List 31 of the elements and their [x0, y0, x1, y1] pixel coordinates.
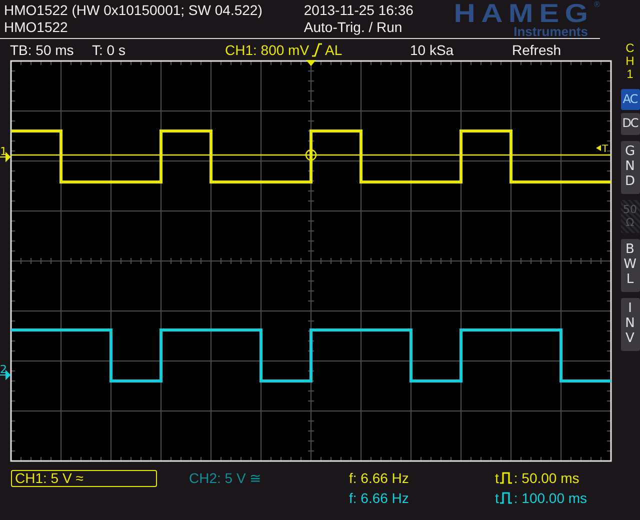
pulse-icon [500, 472, 513, 484]
pulse-label: t [495, 490, 499, 506]
coupling-button[interactable]: GND [620, 141, 640, 194]
frequency-reading: f: 6.66 Hz [349, 470, 410, 486]
trigger-mode: AL [325, 42, 342, 58]
run-status: Auto-Trig. / Run [304, 19, 404, 36]
logo-text: HAMEG [454, 0, 594, 26]
device-title: HMO1522 (HW 0x10150001; SW 04.522) [4, 2, 264, 19]
logo-subtitle: Instruments [514, 26, 588, 38]
pulse-label: t [495, 470, 499, 486]
coupling-button[interactable]: AC [620, 88, 640, 110]
pulse-width-reading: : 50.00 ms [514, 470, 580, 486]
trigger-position-icon [306, 60, 316, 66]
sample-rate: 10 kSa [410, 42, 455, 58]
channel-status[interactable]: CH2: 5 V ≅ [185, 470, 266, 486]
trigger-time: T: 0 s [92, 42, 126, 58]
coupling-button[interactable]: BWL [620, 239, 640, 292]
channel-title: CH1 [624, 42, 636, 82]
timebase: TB: 50 ms [10, 42, 75, 58]
coupling-button[interactable]: INV [620, 298, 640, 351]
trigger-source: CH1: 800 mV [225, 42, 310, 58]
registered-mark: ® [594, 0, 600, 10]
pulse-width-reading: : 100.00 ms [514, 490, 588, 506]
center-marker-icon [305, 149, 317, 161]
device-name: HMO1522 [4, 19, 69, 36]
frequency-reading: f: 6.66 Hz [349, 490, 410, 506]
channel-status[interactable]: CH1: 5 V ≈ [11, 470, 157, 486]
pulse-icon [500, 492, 513, 504]
acquisition-mode: Refresh [512, 42, 562, 58]
coupling-button[interactable]: DC [620, 113, 640, 136]
rising-edge-icon [311, 42, 324, 56]
